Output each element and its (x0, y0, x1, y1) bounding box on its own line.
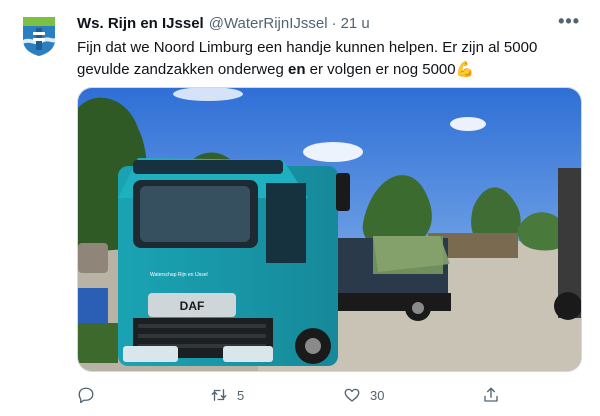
share-icon (484, 387, 498, 402)
retweet-button[interactable]: 5 (210, 383, 244, 407)
reply-icon (78, 387, 94, 404)
tweet-header: Ws. Rijn en IJssel @WaterRijnIJssel · 21… (77, 11, 580, 33)
user-handle[interactable]: @WaterRijnIJssel (209, 15, 328, 32)
tweet-photo[interactable]: DAF Waterschap Rijn en IJssel (77, 87, 582, 372)
tweet-text: Fijn dat we Noord Limburg een handje kun… (77, 37, 582, 81)
tweet[interactable]: Ws. Rijn en IJssel @WaterRijnIJssel · 21… (0, 0, 600, 416)
truck-photo: DAF Waterschap Rijn en IJssel (78, 88, 581, 371)
svg-text:DAF: DAF (180, 299, 205, 313)
avatar[interactable] (22, 16, 56, 56)
tweet-actions: 5 30 (77, 383, 582, 407)
more-options-icon[interactable]: ••• (558, 11, 580, 32)
like-count: 30 (370, 387, 385, 403)
display-name[interactable]: Ws. Rijn en IJssel (77, 15, 204, 32)
tweet-text-bold: en (287, 61, 306, 78)
timestamp[interactable]: 21 u (341, 15, 370, 32)
heart-icon (344, 388, 360, 402)
flexed-biceps-emoji: 💪 (455, 61, 475, 78)
tweet-text-part2: er volgen er nog 5000 (305, 61, 456, 78)
retweet-count: 5 (237, 387, 245, 403)
separator: · (331, 14, 337, 32)
reply-button[interactable] (77, 383, 104, 407)
retweet-icon (211, 389, 227, 401)
like-button[interactable]: 30 (343, 383, 384, 407)
svg-text:Waterschap Rijn en IJssel: Waterschap Rijn en IJssel (150, 272, 208, 278)
share-button[interactable] (482, 383, 509, 407)
waterschap-shield-icon (23, 17, 55, 56)
